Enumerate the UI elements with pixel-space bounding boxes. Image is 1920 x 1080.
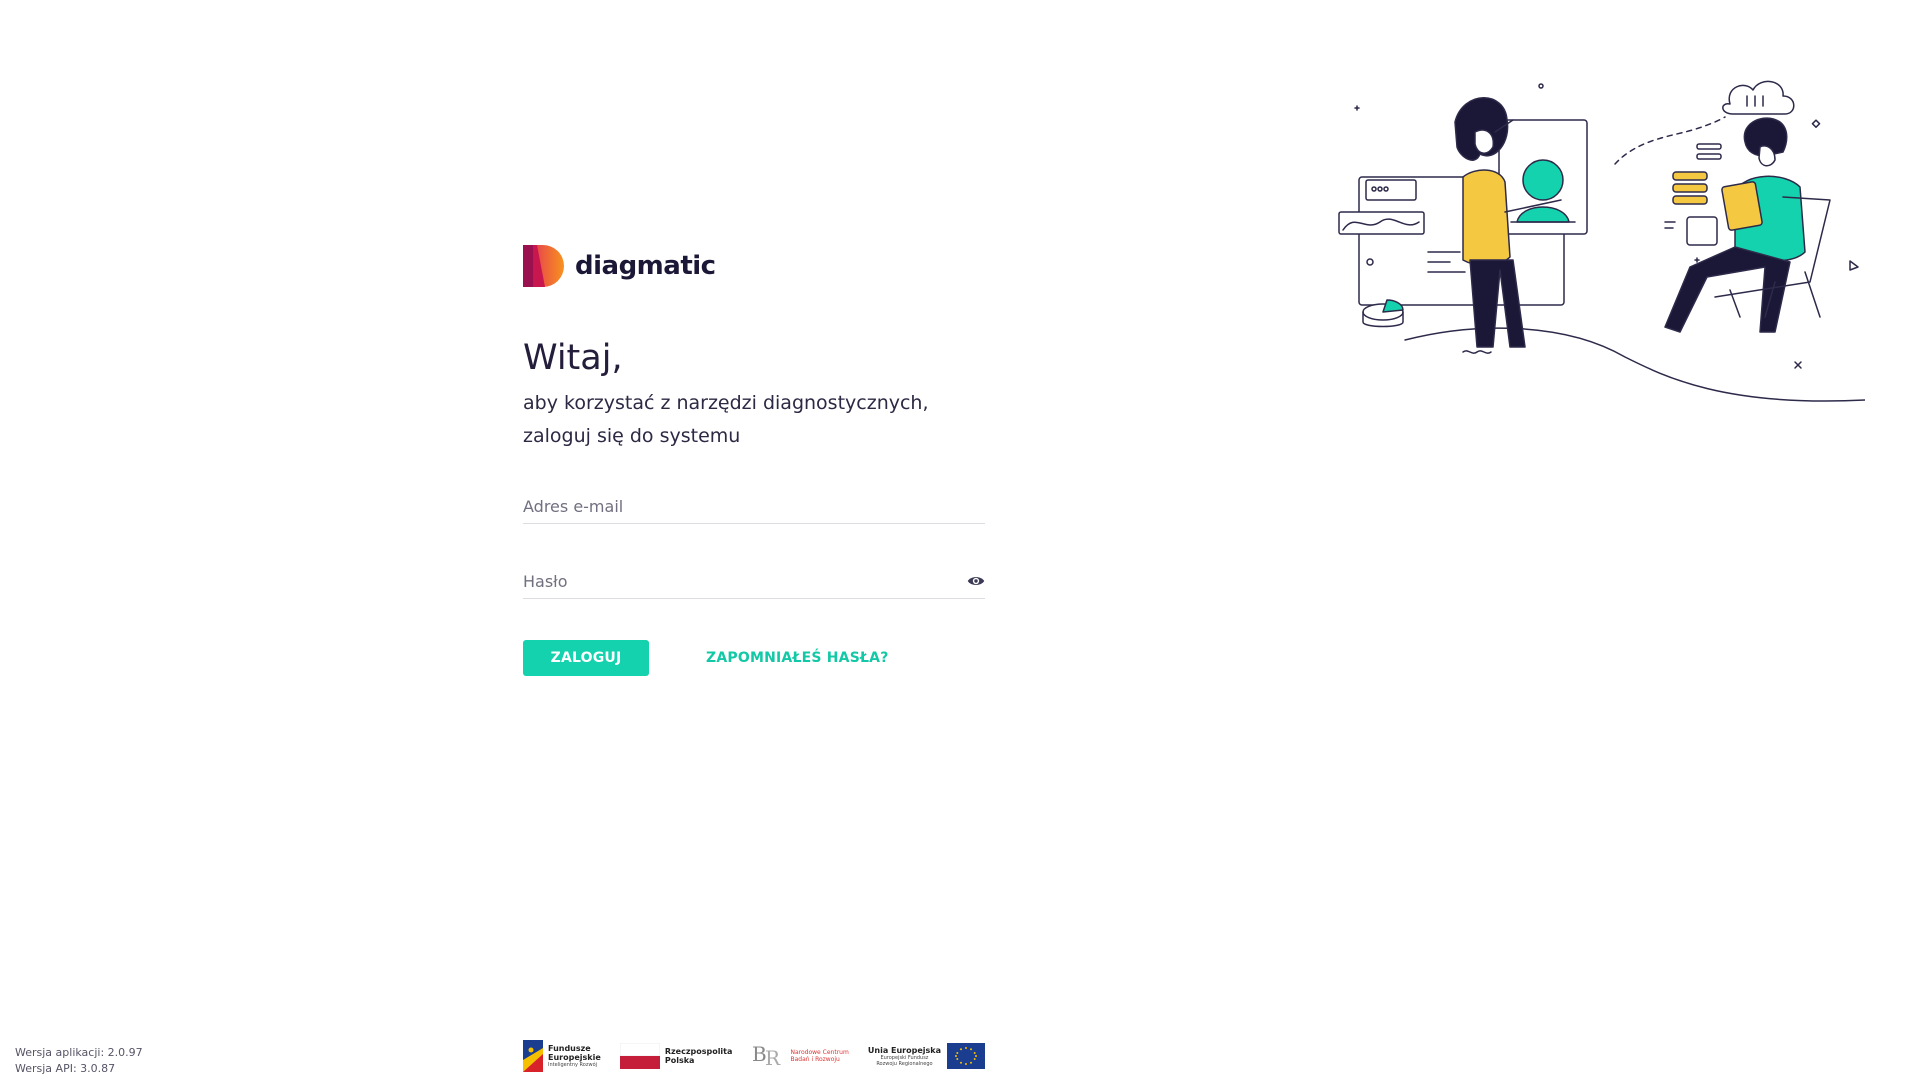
diagmatic-logo-icon xyxy=(523,245,564,287)
eye-icon[interactable] xyxy=(967,573,985,589)
forgot-password-link[interactable]: ZAPOMNIAŁEŚ HASŁA? xyxy=(706,650,889,666)
greeting-heading: Witaj, xyxy=(523,338,623,378)
login-actions: ZALOGUJ ZAPOMNIAŁEŚ HASŁA? xyxy=(523,640,985,676)
sponsor-logos: Fundusze Europejskie Inteligentny Rozwój… xyxy=(523,1038,985,1074)
login-page: diagmatic Witaj, aby korzystać z narzędz… xyxy=(0,0,1920,1080)
logo: diagmatic xyxy=(523,245,985,287)
app-version: Wersja aplikacji: 2.0.97 xyxy=(15,1046,143,1059)
sponsor-4-line1: Unia Europejska xyxy=(867,1045,941,1055)
version-info: Wersja aplikacji: 2.0.97 Wersja API: 3.0… xyxy=(15,1045,143,1077)
sponsor-fundusze-europejskie: Fundusze Europejskie Inteligentny Rozwój xyxy=(523,1040,601,1072)
sponsor-1-small: Inteligentny Rozwój xyxy=(548,1062,598,1068)
sponsor-3-line2: Badań i Rozwoju xyxy=(790,1056,840,1063)
sponsor-2-line2: Polska xyxy=(664,1056,695,1065)
sponsor-1-line1: Fundusze xyxy=(548,1044,591,1053)
eu-flag-icon xyxy=(947,1043,985,1069)
sponsor-2-line1: Rzeczpospolita xyxy=(664,1047,733,1056)
subtitle-line-2: zaloguj się do systemu xyxy=(523,425,741,447)
sponsor-unia-europejska: Unia Europejska Europejski Fundusz Rozwo… xyxy=(868,1043,985,1069)
login-button[interactable]: ZALOGUJ xyxy=(523,640,649,676)
subtitle-line-1: aby korzystać z narzędzi diagnostycznych… xyxy=(523,392,929,414)
sponsor-3-line1: Narodowe Centrum xyxy=(790,1049,849,1056)
svg-text:R: R xyxy=(765,1046,781,1070)
sponsor-rzeczpospolita-polska: Rzeczpospolita Polska xyxy=(619,1043,733,1069)
password-field-wrapper xyxy=(523,564,985,599)
sponsor-ncbr: B R Narodowe Centrum Badań i Rozwoju xyxy=(752,1041,849,1071)
polish-flag-icon xyxy=(619,1043,660,1069)
login-panel: diagmatic Witaj, aby korzystać z narzędz… xyxy=(523,245,985,676)
fundusze-europejskie-logo-icon xyxy=(523,1040,543,1072)
api-version: Wersja API: 3.0.87 xyxy=(15,1062,116,1075)
password-input[interactable] xyxy=(523,564,985,598)
email-input[interactable] xyxy=(523,489,985,523)
sponsor-4-small2: Rozwoju Regionalnego xyxy=(876,1060,933,1067)
ncbr-logo-icon: B R xyxy=(752,1042,781,1070)
brand-name: diagmatic xyxy=(575,251,716,281)
sponsor-1-line2: Europejskie xyxy=(548,1053,601,1062)
email-field-wrapper xyxy=(523,489,985,524)
hero-illustration xyxy=(1338,80,1865,402)
login-subtitle: aby korzystać z narzędzi diagnostycznych… xyxy=(523,387,985,453)
